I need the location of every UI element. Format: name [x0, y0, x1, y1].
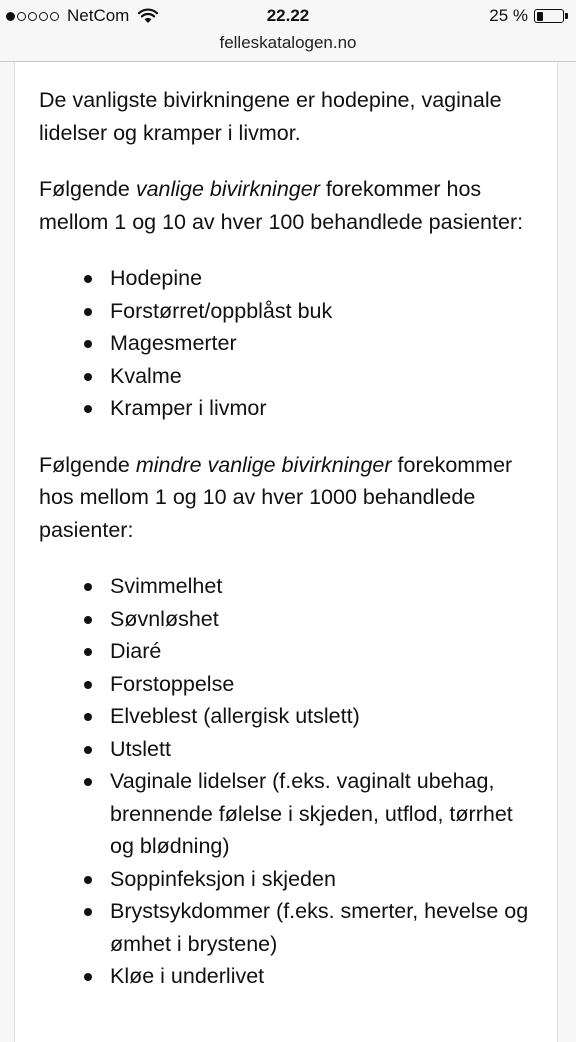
list-item: Søvnløshet — [39, 603, 539, 636]
list-item: Brystsykdommer (f.eks. smerter, hevelse … — [39, 895, 539, 960]
list-item: Diaré — [39, 635, 539, 668]
uncommon-side-effects-paragraph: Følgende mindre vanlige bivirkninger for… — [39, 449, 539, 547]
url-domain[interactable]: felleskatalogen.no — [219, 33, 356, 52]
list-item: Hodepine — [39, 262, 539, 295]
common-side-effects-list: Hodepine Forstørret/oppblåst buk Magesme… — [39, 262, 539, 425]
uncommon-side-effects-list: Svimmelhet Søvnløshet Diaré Forstoppelse… — [39, 570, 539, 993]
list-item: Magesmerter — [39, 327, 539, 360]
paragraph-text-start: Følgende — [39, 452, 136, 477]
list-item: Kløe i underlivet — [39, 960, 539, 993]
list-item: Vaginale lidelser (f.eks. vaginalt ubeha… — [39, 765, 539, 863]
intro-paragraph: De vanligste bivirkningene er hodepine, … — [39, 88, 502, 145]
list-item: Kvalme — [39, 360, 539, 393]
article-content: De vanligste bivirkningene er hodepine, … — [39, 84, 539, 993]
emphasis-uncommon: mindre vanlige bivirkninger — [135, 452, 392, 477]
list-item: Forstørret/oppblåst buk — [39, 295, 539, 328]
battery-level-fill — [536, 11, 543, 21]
status-bar: NetCom 22.22 25 % — [0, 0, 576, 30]
list-item: Svimmelhet — [39, 570, 539, 603]
emphasis-common: vanlige bivirkninger — [135, 177, 320, 201]
common-side-effects-paragraph: Følgende vanlige bivirkninger forekommer… — [39, 173, 539, 238]
battery-tip — [565, 13, 568, 19]
list-item: Utslett — [39, 733, 539, 766]
list-item: Forstoppelse — [39, 668, 539, 701]
list-item: Kramper i livmor — [39, 392, 539, 425]
list-item: Elveblest (allergisk utslett) — [39, 700, 539, 733]
url-bar[interactable]: felleskatalogen.no — [0, 30, 576, 60]
list-item: Soppinfeksjon i skjeden — [39, 863, 539, 896]
battery-percentage: 25 % — [489, 6, 528, 25]
battery-icon — [534, 9, 564, 23]
status-bar-right: 25 % — [489, 6, 568, 26]
paragraph-text-start: Følgende — [39, 177, 136, 201]
